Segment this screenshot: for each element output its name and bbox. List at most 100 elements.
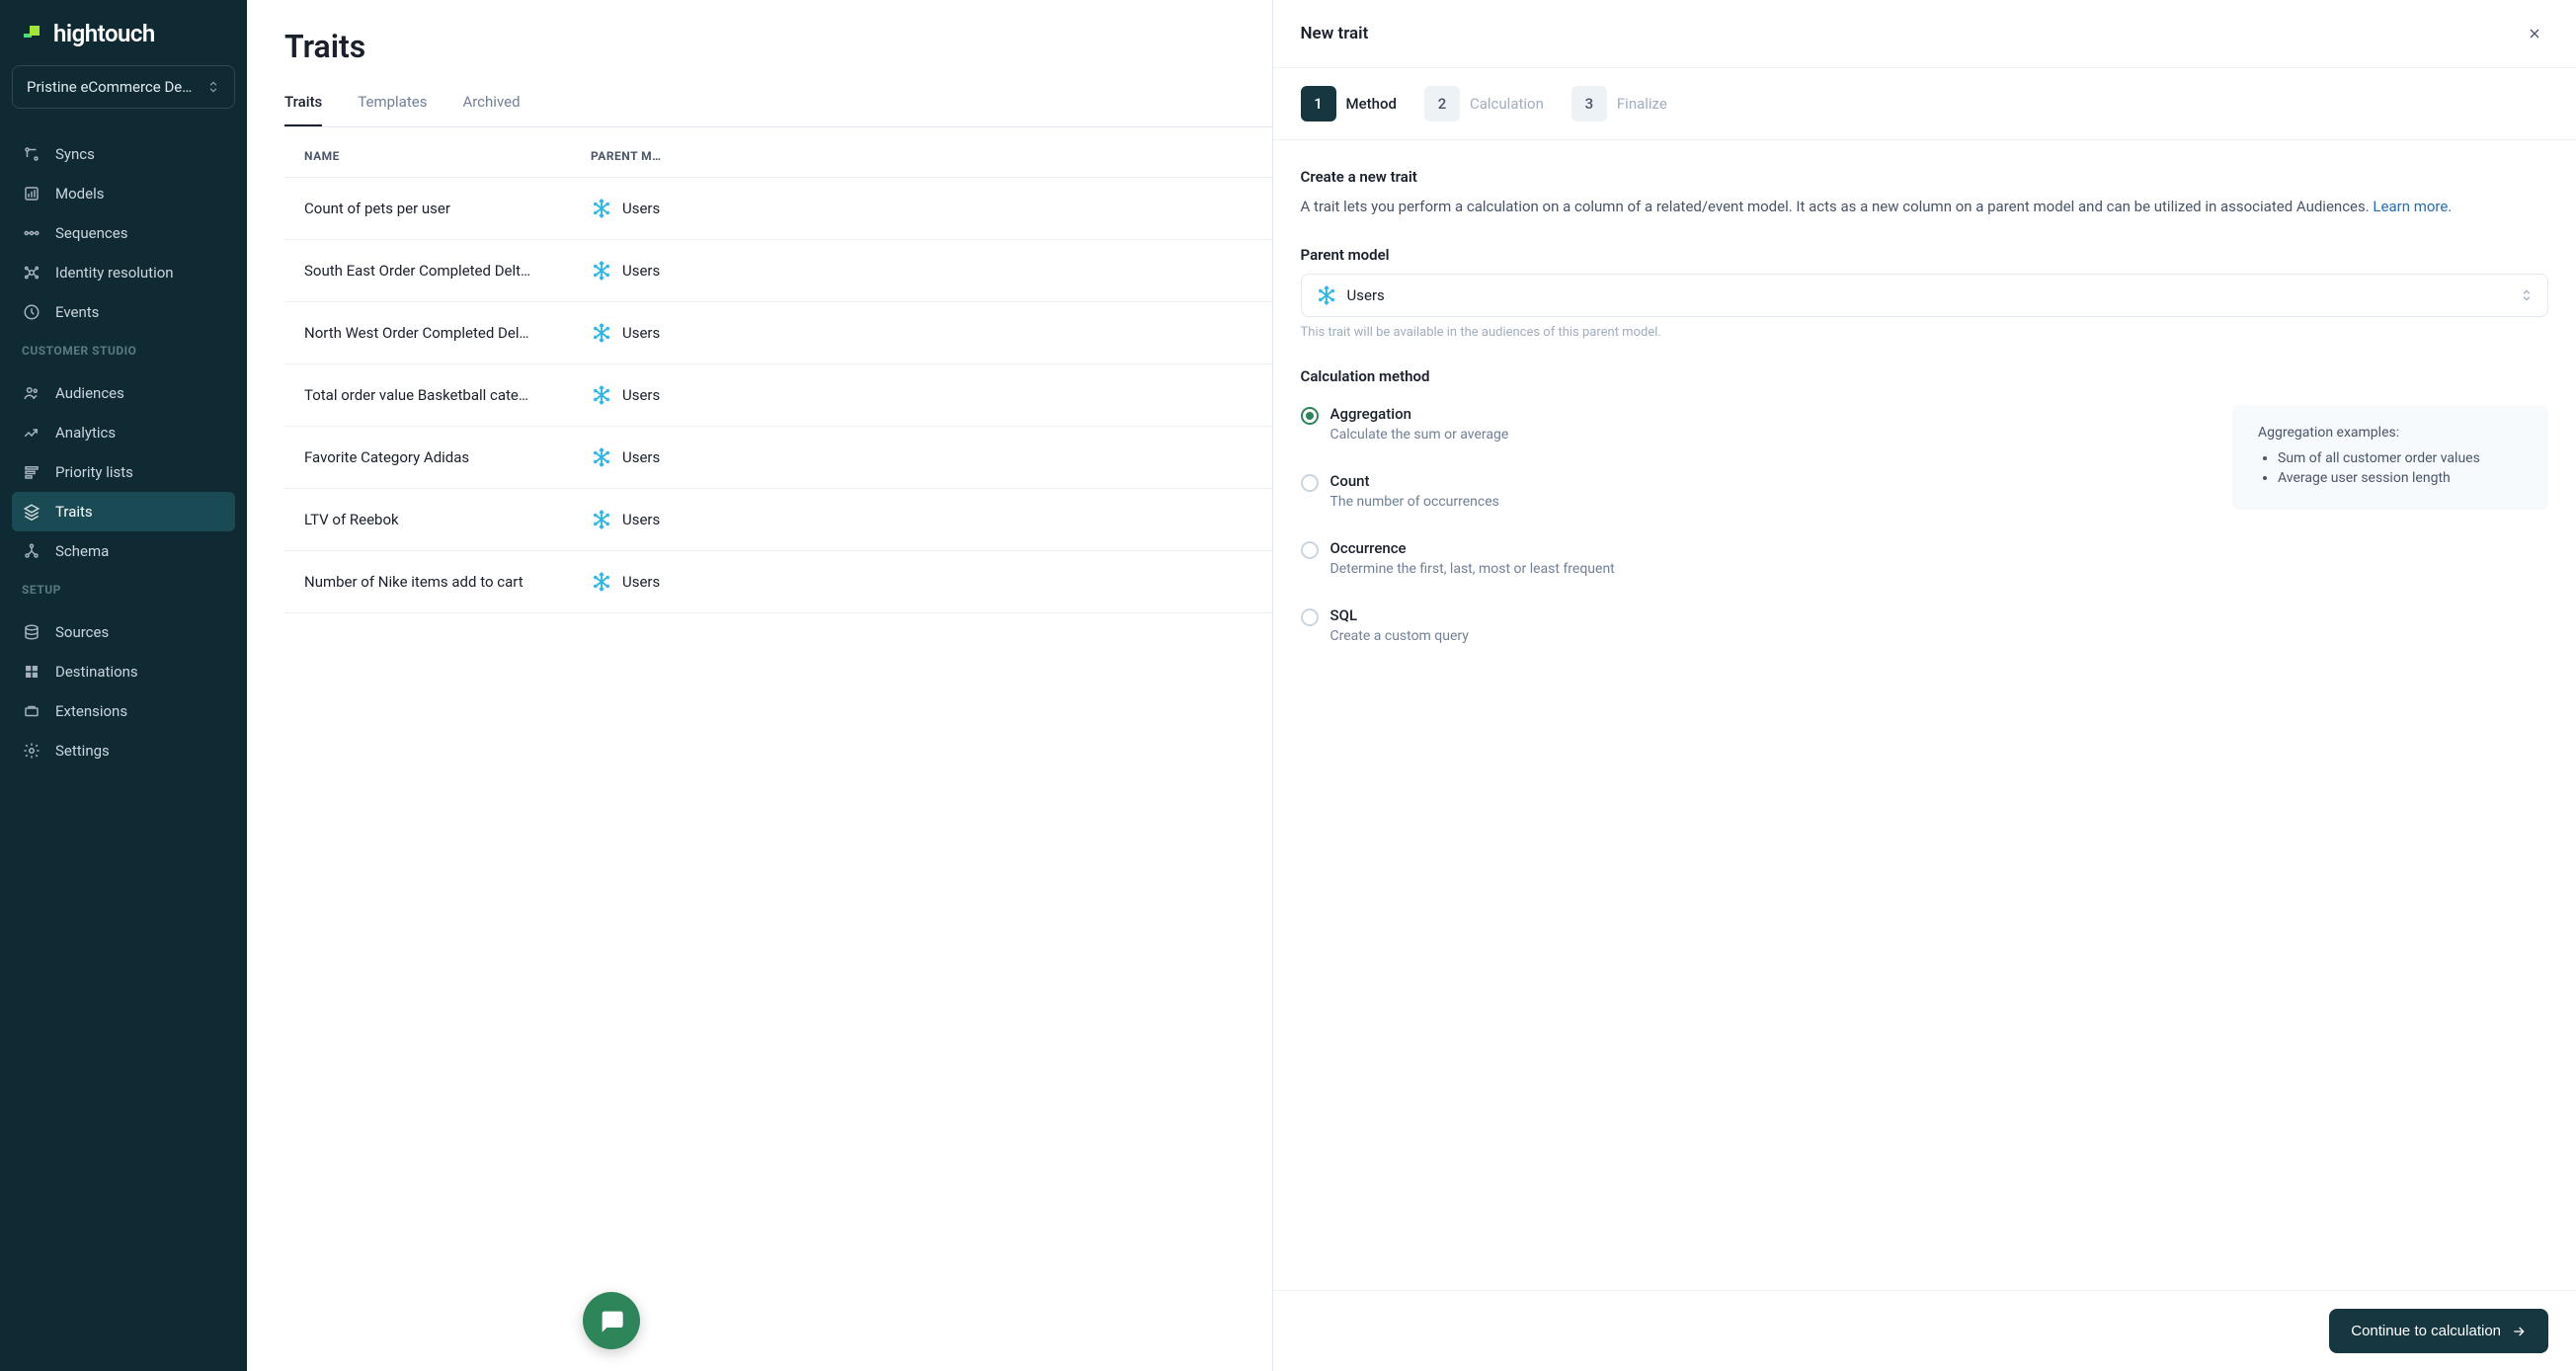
nav-models[interactable]: Models: [12, 174, 235, 213]
step-method[interactable]: 1 Method: [1301, 86, 1397, 121]
destinations-icon: [22, 662, 41, 682]
cell-name: South East Order Completed Delt…: [304, 262, 591, 280]
drawer-title: New trait: [1301, 24, 1369, 43]
tab-archived[interactable]: Archived: [462, 83, 520, 126]
snowflake-icon: [591, 571, 612, 593]
nav-label: Models: [55, 185, 104, 202]
nav-audiences[interactable]: Audiences: [12, 373, 235, 413]
nav-customer-studio: Audiences Analytics Priority lists Trait…: [12, 373, 235, 571]
cell-parent: Users: [591, 446, 660, 468]
parent-model-select[interactable]: Users: [1301, 274, 2548, 317]
create-desc: A trait lets you perform a calculation o…: [1301, 196, 2548, 218]
continue-button[interactable]: Continue to calculation: [2329, 1309, 2548, 1353]
radio-icon: [1301, 608, 1319, 626]
new-trait-drawer: New trait 1 Method 2 Calculation 3 Final…: [1272, 0, 2576, 1371]
snowflake-icon: [1316, 284, 1337, 306]
snowflake-icon: [591, 322, 612, 344]
radio-desc: The number of occurrences: [1330, 494, 1499, 510]
nav-sources[interactable]: Sources: [12, 612, 235, 652]
tab-traits[interactable]: Traits: [284, 83, 322, 126]
radio-title: Occurrence: [1330, 539, 1615, 557]
nav-label: Schema: [55, 542, 109, 560]
cell-parent: Users: [591, 198, 660, 219]
snowflake-icon: [591, 446, 612, 468]
nav-sequences[interactable]: Sequences: [12, 213, 235, 253]
models-icon: [22, 184, 41, 203]
nav-heading-setup: SETUP: [12, 571, 235, 605]
nav-syncs[interactable]: Syncs: [12, 134, 235, 174]
nav-extensions[interactable]: Extensions: [12, 691, 235, 731]
logo-icon: [20, 22, 43, 45]
radio-title: SQL: [1330, 606, 1469, 624]
radio-sql[interactable]: SQL Create a custom query: [1301, 597, 2193, 664]
nav-label: Events: [55, 303, 99, 321]
nav-events[interactable]: Events: [12, 292, 235, 332]
brand-name: hightouch: [53, 20, 155, 47]
example-item: Sum of all customer order values: [2278, 450, 2523, 466]
workspace-name: Pristine eCommerce De…: [27, 78, 192, 96]
cell-parent: Users: [591, 509, 660, 530]
radio-title: Aggregation: [1330, 405, 1509, 423]
calc-method-label: Calculation method: [1301, 367, 2548, 385]
radio-desc: Determine the first, last, most or least…: [1330, 561, 1615, 577]
snowflake-icon: [591, 384, 612, 406]
updown-icon: [206, 80, 220, 94]
nav-priority-lists[interactable]: Priority lists: [12, 452, 235, 492]
events-icon: [22, 302, 41, 322]
snowflake-icon: [591, 260, 612, 282]
desc-text: A trait lets you perform a calculation o…: [1301, 198, 2374, 215]
identity-icon: [22, 263, 41, 282]
nav-label: Identity resolution: [55, 264, 174, 282]
drawer-header: New trait: [1273, 0, 2576, 68]
col-name: NAME: [304, 149, 591, 163]
close-button[interactable]: [2521, 20, 2548, 47]
workspace-selector[interactable]: Pristine eCommerce De…: [12, 65, 235, 109]
cell-name: Number of Nike items add to cart: [304, 573, 591, 591]
example-item: Average user session length: [2278, 470, 2523, 486]
nav-label: Settings: [55, 742, 110, 760]
step-calculation[interactable]: 2 Calculation: [1424, 86, 1544, 121]
step-finalize[interactable]: 3 Finalize: [1571, 86, 1667, 121]
step-num: 1: [1301, 86, 1336, 121]
nav-schema[interactable]: Schema: [12, 531, 235, 571]
examples-title: Aggregation examples:: [2258, 425, 2523, 441]
tab-templates[interactable]: Templates: [358, 83, 427, 126]
sequences-icon: [22, 223, 41, 243]
close-icon: [2527, 26, 2542, 41]
nav-identity[interactable]: Identity resolution: [12, 253, 235, 292]
nav-analytics[interactable]: Analytics: [12, 413, 235, 452]
traits-icon: [22, 502, 41, 522]
arrow-right-icon: [2511, 1324, 2527, 1339]
radio-count[interactable]: Count The number of occurrences: [1301, 462, 2193, 529]
snowflake-icon: [591, 198, 612, 219]
cell-name: LTV of Reebok: [304, 511, 591, 528]
nav-label: Priority lists: [55, 463, 133, 481]
cell-parent: Users: [591, 571, 660, 593]
cell-name: Count of pets per user: [304, 200, 591, 217]
snowflake-icon: [591, 509, 612, 530]
nav-label: Analytics: [55, 424, 116, 442]
radio-desc: Create a custom query: [1330, 628, 1469, 644]
nav-label: Sequences: [55, 224, 127, 242]
nav-traits[interactable]: Traits: [12, 492, 235, 531]
learn-more-link[interactable]: Learn more.: [2373, 198, 2452, 215]
syncs-icon: [22, 144, 41, 164]
analytics-icon: [22, 423, 41, 443]
chat-fab[interactable]: [583, 1292, 640, 1349]
nav-setup: Sources Destinations Extensions Settings: [12, 612, 235, 770]
nav-settings[interactable]: Settings: [12, 731, 235, 770]
nav-label: Extensions: [55, 702, 127, 720]
radio-aggregation[interactable]: Aggregation Calculate the sum or average: [1301, 395, 2193, 462]
chat-icon: [598, 1307, 625, 1334]
step-num: 3: [1571, 86, 1607, 121]
step-label: Method: [1346, 95, 1397, 113]
examples-box: Aggregation examples: Sum of all custome…: [2232, 405, 2548, 510]
cell-parent: Users: [591, 322, 660, 344]
step-label: Calculation: [1470, 95, 1544, 113]
cell-name: Total order value Basketball cate…: [304, 386, 591, 404]
cell-parent: Users: [591, 384, 660, 406]
radio-icon: [1301, 541, 1319, 559]
drawer-footer: Continue to calculation: [1273, 1290, 2576, 1371]
nav-destinations[interactable]: Destinations: [12, 652, 235, 691]
radio-occurrence[interactable]: Occurrence Determine the first, last, mo…: [1301, 529, 2193, 597]
